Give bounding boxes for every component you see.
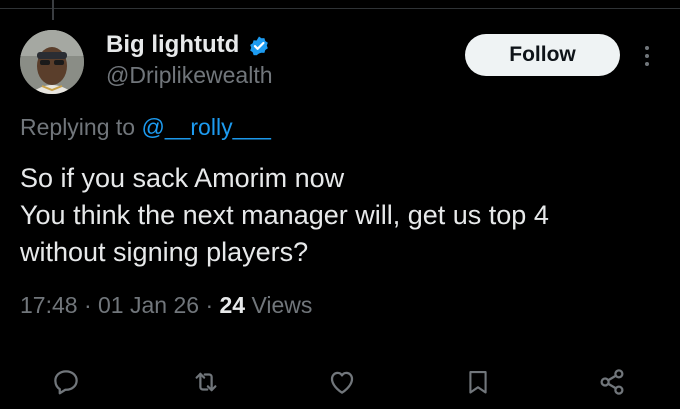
reply-context: Replying to @__rolly___ [20,112,271,142]
post-meta: 17:48 · 01 Jan 26 · 24 Views [20,290,312,320]
author-info: Big lightutd @Driplikewealth [106,30,273,90]
heart-icon[interactable] [322,362,362,402]
post-text-line: So if you sack Amorim now [20,163,345,193]
more-dot [645,54,649,58]
meta-separator: · [205,292,214,318]
reply-icon[interactable] [46,362,86,402]
author-handle[interactable]: @Driplikewealth [106,60,273,90]
action-bar [0,362,680,402]
post-time[interactable]: 17:48 [20,292,78,318]
avatar[interactable] [20,30,84,94]
avatar-image [20,30,84,94]
reply-to-handle-link[interactable]: @__rolly___ [141,114,270,140]
verified-badge-icon [247,33,271,57]
bookmark-icon[interactable] [458,362,498,402]
reply-prefix: Replying to [20,114,136,140]
post-text-line: without signing players? [20,237,309,267]
meta-separator: · [83,292,92,318]
follow-button[interactable]: Follow [465,34,620,76]
share-icon[interactable] [592,362,632,402]
author-display-name[interactable]: Big lightutd [106,30,239,60]
repost-icon[interactable] [186,362,226,402]
views-label: Views [251,292,313,318]
more-dot [645,62,649,66]
post-text: So if you sack Amorim now You think the … [20,160,670,271]
thread-connector-line [52,0,54,20]
more-dot [645,46,649,50]
views-count: 24 [219,292,246,318]
post-date[interactable]: 01 Jan 26 [98,292,199,318]
more-options-icon[interactable] [634,36,660,76]
post-text-line: You think the next manager will, get us … [20,200,549,230]
top-divider [0,8,680,9]
